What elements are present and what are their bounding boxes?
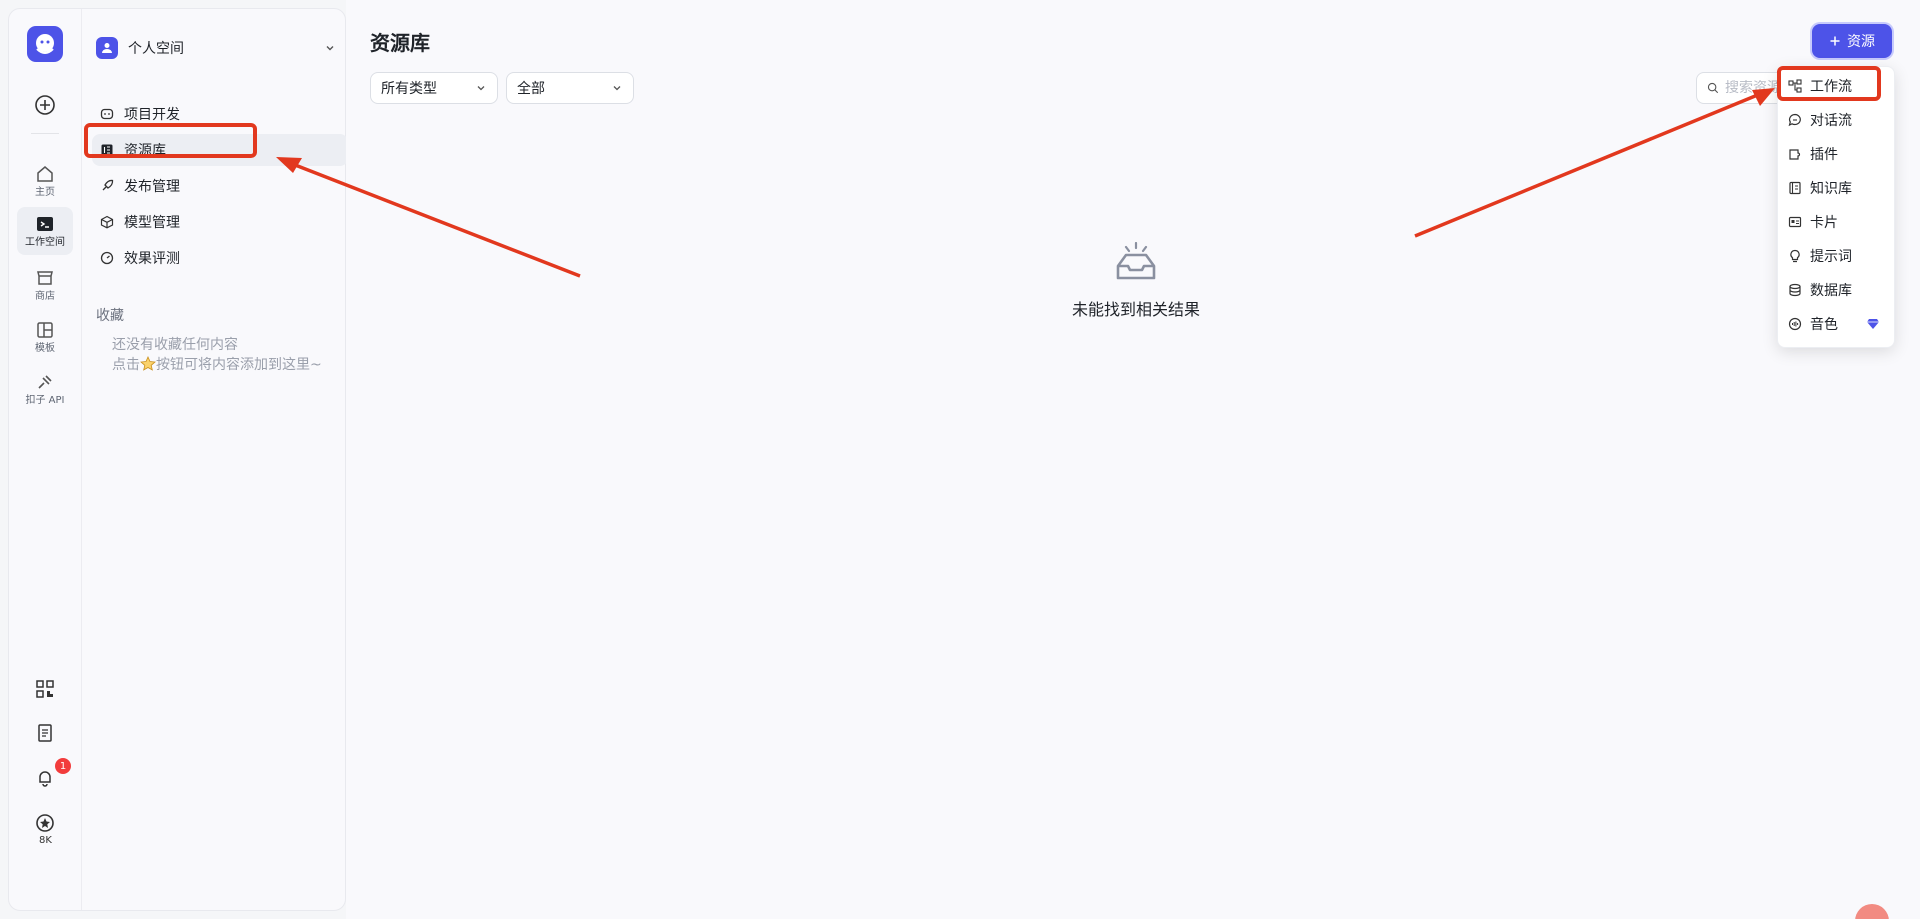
menu-item-knowledge[interactable]: 知识库 [1784,173,1890,203]
type-filter-select[interactable]: 所有类型 [370,72,498,104]
chatflow-icon [1788,113,1801,127]
app-logo[interactable] [27,26,63,62]
menu-item-label: 卡片 [1810,215,1838,231]
rail-item-template[interactable]: 模板 [17,313,73,361]
favorites-empty-line1: 还没有收藏任何内容 [112,337,238,353]
page-title: 资源库 [370,31,430,55]
menu-item-label: 数据库 [1810,283,1852,299]
global-rail: 主页 工作空间 商店 模板 扣子 API 1 8K [9,9,82,910]
menu-item-prompt[interactable]: 提示词 [1784,241,1890,271]
empty-inbox-icon [1116,241,1156,280]
star-icon [140,356,156,371]
chevron-down-icon [613,86,621,91]
voice-icon [1788,317,1802,331]
favorites-empty-line2: 点击 按钮可将内容添加到这里~ [112,354,322,374]
rail-item-home[interactable]: 主页 [17,157,73,205]
menu-item-plugin[interactable]: 插件 [1784,139,1890,169]
menu-item-workflow[interactable]: 工作流 [1784,71,1890,101]
plus-icon [1830,36,1840,46]
space-name: 个人空间 [128,41,184,57]
coins-label: 8K [39,835,52,846]
workspace-sidebar: 个人空间 项目开发 资源库 发布管理 模型管理 效果评测 收藏 还没有收藏任何内… [82,9,348,910]
rail-item-label: 扣子 API [25,394,65,406]
store-icon [37,270,53,285]
docs-icon[interactable] [33,721,57,745]
card-icon [1788,216,1802,228]
nav-item-models[interactable]: 模型管理 [92,206,348,238]
scope-filter-select[interactable]: 全部 [506,72,634,104]
logo-icon [36,34,54,54]
type-filter-value: 所有类型 [381,81,437,97]
api-icon [38,374,52,389]
nav-item-label: 发布管理 [124,179,180,195]
menu-item-chatflow[interactable]: 对话流 [1784,105,1890,135]
apps-grid-icon[interactable] [33,677,57,701]
empty-state: 未能找到相关结果 [1036,241,1236,320]
nav-item-project-dev[interactable]: 项目开发 [92,98,348,130]
empty-state-text: 未能找到相关结果 [1071,300,1200,319]
menu-item-label: 插件 [1810,147,1838,163]
rail-item-label: 工作空间 [25,236,65,248]
nav-item-evaluation[interactable]: 效果评测 [92,242,348,274]
plugin-icon [1789,149,1801,160]
template-icon [37,321,53,338]
create-plus-icon[interactable] [33,93,57,117]
search-icon [1707,82,1719,94]
space-switcher[interactable]: 个人空间 [96,33,336,63]
rail-item-workspace[interactable]: 工作空间 [17,207,73,255]
bell-icon[interactable] [33,766,57,790]
workspace-icon [37,216,53,231]
add-resource-button[interactable]: 资源 [1812,24,1892,58]
library-icon [101,144,113,156]
workflow-icon [1788,79,1802,93]
left-panel: 主页 工作空间 商店 模板 扣子 API 1 8K 个人空间 项目开发 资源库 … [8,8,348,911]
menu-item-label: 知识库 [1810,181,1852,197]
user-icon [96,37,118,59]
rail-divider [31,133,59,134]
menu-item-label: 提示词 [1810,249,1852,265]
nav-item-label: 项目开发 [124,107,180,123]
menu-item-voice[interactable]: 音色 [1784,309,1890,339]
notification-badge: 1 [55,758,71,774]
favorites-hint-suffix: 按钮可将内容添加到这里~ [156,357,322,373]
project-icon [100,108,114,120]
rail-item-label: 主页 [35,186,55,198]
menu-item-card[interactable]: 卡片 [1784,207,1890,237]
premium-diamond-icon [1867,319,1879,329]
chevron-down-icon [477,86,485,91]
menu-item-label: 工作流 [1810,79,1852,95]
main-content: 资源库 所有类型 全部 资源 未能找到相关结果 工作流 对话流 [346,0,1920,919]
prompt-icon [1790,249,1800,263]
resource-type-menu: 工作流 对话流 插件 知识库 卡片 提示词 数据库 音色 [1777,66,1895,348]
coins-icon[interactable] [33,811,57,835]
menu-item-label: 音色 [1810,317,1838,333]
favorites-hint-prefix: 点击 [112,357,140,373]
chevron-down-icon [326,46,334,51]
cube-icon [100,215,114,229]
nav-item-label: 效果评测 [124,251,180,267]
knowledge-icon [1789,181,1801,195]
scope-filter-value: 全部 [517,81,545,97]
nav-item-publish[interactable]: 发布管理 [92,170,348,202]
nav-item-label: 模型管理 [124,215,180,231]
add-resource-label: 资源 [1847,34,1875,50]
menu-item-database[interactable]: 数据库 [1784,275,1890,305]
nav-item-label: 资源库 [124,143,166,159]
favorites-title: 收藏 [96,308,124,324]
rocket-icon [102,179,114,191]
menu-item-label: 对话流 [1810,113,1852,129]
nav-item-library[interactable]: 资源库 [92,134,348,166]
rail-item-api[interactable]: 扣子 API [17,365,73,413]
home-icon [37,165,53,182]
rail-item-label: 商店 [35,290,55,302]
rail-item-store[interactable]: 商店 [17,261,73,309]
gauge-icon [100,251,114,265]
rail-item-label: 模板 [35,342,55,354]
database-icon [1789,283,1801,297]
